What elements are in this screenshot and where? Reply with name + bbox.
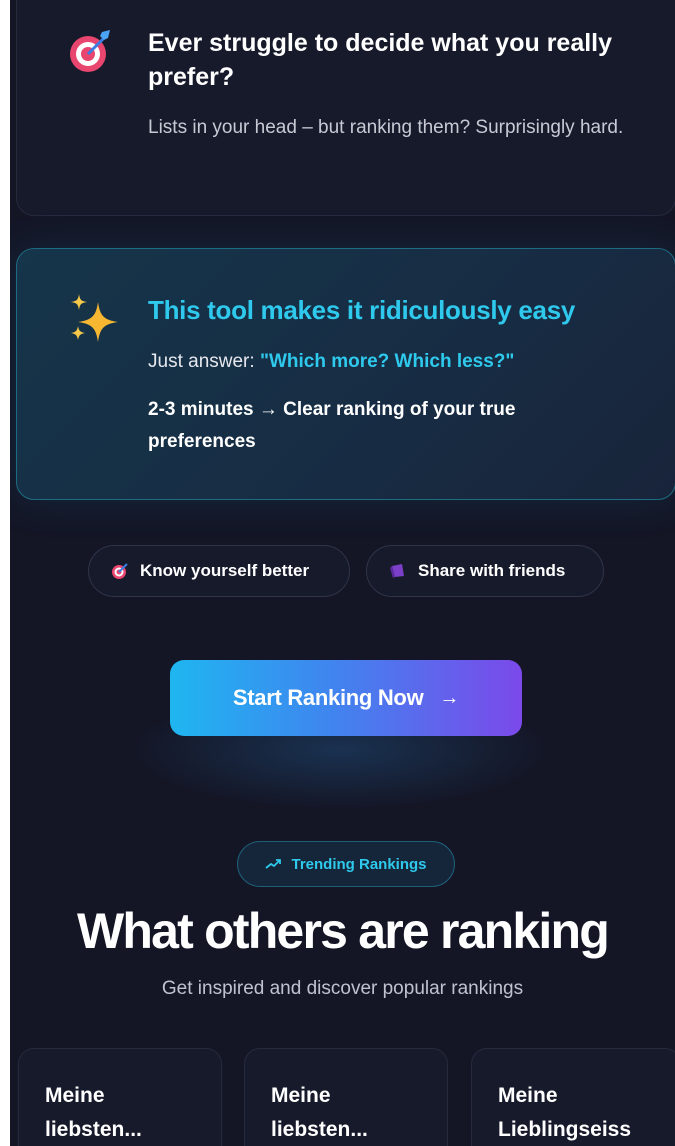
answer-prefix: Just answer:: [148, 351, 260, 372]
intro-title: Ever struggle to decide what you really …: [148, 29, 613, 91]
ranking-card[interactable]: Meine Lieblingseiss: [471, 1048, 675, 1146]
ranking-card-title: Meine liebsten...: [271, 1084, 368, 1141]
trending-label: Trending Rankings: [291, 855, 427, 873]
target-icon: [112, 563, 128, 579]
intro-subtitle: Lists in your head – but ranking them? S…: [148, 117, 624, 138]
target-icon: [70, 30, 110, 72]
ranking-card-title: Meine Lieblingseiss: [498, 1084, 632, 1141]
arrow-right-icon: →: [439, 686, 460, 709]
tool-result-line: 2-3 minutes → Clear ranking of your true…: [148, 399, 516, 452]
trending-subheading: Get inspired and discover popular rankin…: [161, 978, 524, 999]
ranking-card-title: Meine liebsten...: [45, 1084, 142, 1141]
tool-answer-line: Just answer: "Which more? Which less?": [148, 348, 668, 376]
know-yourself-pill: Know yourself better: [88, 545, 350, 597]
megaphone-icon: [390, 564, 404, 578]
ranking-card[interactable]: Meine liebsten...: [244, 1048, 448, 1146]
trending-badge: Trending Rankings: [237, 841, 455, 887]
tool-title: This tool makes it ridiculously easy: [148, 295, 576, 325]
start-ranking-button[interactable]: Start Ranking Now →: [170, 660, 522, 736]
pill-label: Share with friends: [418, 561, 566, 580]
trending-up-icon: [265, 859, 282, 869]
ranking-card[interactable]: Meine liebsten...: [18, 1048, 222, 1146]
cta-label: Start Ranking Now: [232, 685, 424, 710]
pill-label: Know yourself better: [140, 561, 310, 580]
answer-quote: "Which more? Which less?": [259, 351, 515, 372]
share-friends-pill: Share with friends: [366, 545, 604, 597]
sparkles-icon: [71, 294, 118, 342]
trending-heading: What others are ranking: [77, 903, 610, 959]
landing-screen: Ever struggle to decide what you really …: [10, 0, 675, 1146]
